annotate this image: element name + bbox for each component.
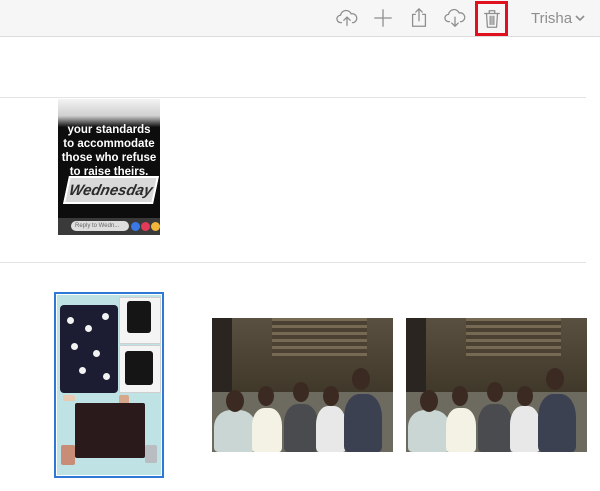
- share-icon[interactable]: [406, 5, 432, 31]
- black-top-image: [125, 351, 153, 385]
- user-menu[interactable]: Trisha: [531, 10, 585, 27]
- quote-line: your standards: [67, 124, 151, 136]
- meme-quote: your standards to accommodate those who …: [58, 123, 160, 179]
- quote-line: to accommodate: [63, 138, 155, 150]
- shorts-image: [75, 403, 145, 458]
- like-icon: [131, 222, 140, 231]
- wednesday-logo: Wednesday: [63, 176, 159, 204]
- photo-thumbnail-meme[interactable]: your standards to accommodate those who …: [58, 99, 160, 235]
- haha-icon: [151, 222, 160, 231]
- photo-thumbnail-group[interactable]: [212, 318, 393, 452]
- black-top-image: [127, 301, 151, 333]
- love-icon: [141, 222, 150, 231]
- user-name: Trisha: [531, 10, 573, 27]
- chevron-down-icon: [575, 10, 585, 27]
- reply-field: Reply to Wedn...: [71, 221, 129, 231]
- window-slats: [466, 318, 561, 360]
- trash-icon[interactable]: [475, 1, 508, 36]
- photo-thumbnail-group[interactable]: [406, 318, 587, 452]
- download-cloud-icon[interactable]: [442, 5, 468, 31]
- plus-icon[interactable]: [370, 5, 396, 31]
- section-divider: [0, 97, 586, 98]
- upload-cloud-icon[interactable]: [334, 5, 360, 31]
- toolbar: Trisha: [0, 0, 600, 37]
- quote-line: those who refuse: [61, 152, 157, 164]
- photo-thumbnail-clothes[interactable]: [54, 292, 164, 478]
- window-slats: [272, 318, 367, 360]
- reaction-bar: Reply to Wedn...: [58, 218, 160, 235]
- section-divider: [0, 262, 586, 263]
